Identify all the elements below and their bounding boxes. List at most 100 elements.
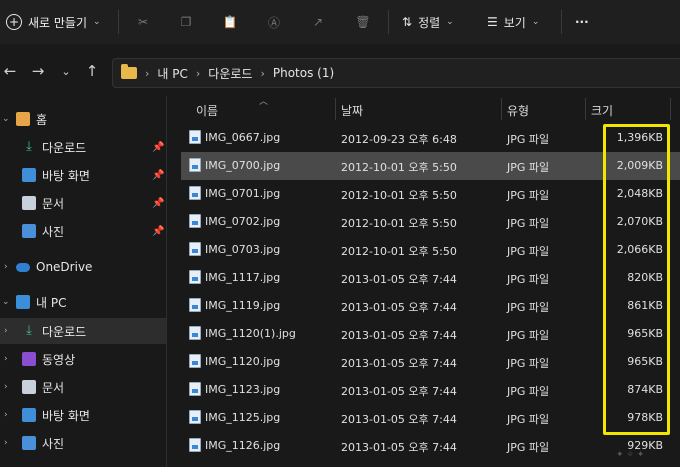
- breadcrumb-item[interactable]: 다운로드: [208, 65, 252, 82]
- size-column-highlight: [603, 124, 670, 435]
- column-header-date[interactable]: 날짜: [341, 102, 363, 119]
- column-divider[interactable]: [335, 98, 336, 120]
- file-date: 2013-01-05 오후 7:44: [341, 385, 457, 398]
- rename-icon[interactable]: Ⓐ: [264, 12, 284, 32]
- file-date: 2012-10-01 오후 5:50: [341, 217, 457, 230]
- column-divider[interactable]: [670, 98, 671, 120]
- sidebar-item-pc-downloads[interactable]: › ⤓ 다운로드: [0, 318, 166, 344]
- sidebar-item-label: 바탕 화면: [42, 408, 90, 423]
- file-type: JPG 파일: [507, 301, 550, 314]
- toolbar-divider: [388, 10, 389, 34]
- sidebar-item-pc-documents[interactable]: › 문서: [0, 374, 166, 400]
- file-name: IMG_1126.jpg: [205, 439, 281, 452]
- pin-icon[interactable]: 📌: [152, 170, 164, 181]
- expand-chevron-icon[interactable]: ›: [4, 438, 8, 448]
- expand-chevron-icon[interactable]: ⌄: [2, 114, 10, 124]
- file-type: JPG 파일: [507, 161, 550, 174]
- column-header-name[interactable]: 이름: [196, 102, 218, 119]
- pin-icon[interactable]: 📌: [152, 142, 164, 153]
- expand-chevron-icon[interactable]: ›: [4, 354, 8, 364]
- pin-icon[interactable]: 📌: [152, 226, 164, 237]
- image-file-icon: [189, 298, 201, 312]
- file-type: JPG 파일: [507, 245, 550, 258]
- sort-button-label: 정렬: [418, 15, 441, 30]
- file-type: JPG 파일: [507, 441, 550, 454]
- watermark: ✦ ✧ ✦: [616, 450, 645, 460]
- document-icon: [22, 196, 36, 210]
- file-name: IMG_1125.jpg: [205, 411, 281, 424]
- file-type: JPG 파일: [507, 189, 550, 202]
- image-file-icon: [189, 270, 201, 284]
- file-date: 2012-10-01 오후 5:50: [341, 189, 457, 202]
- download-icon: ⤓: [26, 139, 32, 154]
- sidebar-item-label: 바탕 화면: [42, 168, 90, 183]
- file-name: IMG_0702.jpg: [205, 215, 281, 228]
- sidebar-item-label: 문서: [42, 380, 65, 395]
- sidebar-item-pictures[interactable]: 사진 📌: [0, 218, 166, 244]
- back-icon[interactable]: ←: [0, 62, 20, 80]
- expand-chevron-icon[interactable]: ›: [4, 410, 8, 420]
- file-date: 2012-10-01 오후 5:50: [341, 161, 457, 174]
- expand-chevron-icon[interactable]: ›: [4, 262, 8, 272]
- image-file-icon: [189, 410, 201, 424]
- file-type: JPG 파일: [507, 133, 550, 146]
- sidebar-item-label: 다운로드: [42, 140, 87, 155]
- document-icon: [22, 380, 36, 394]
- sidebar-item-documents[interactable]: 문서 📌: [0, 190, 166, 216]
- sidebar-item-desktop[interactable]: 바탕 화면 📌: [0, 162, 166, 188]
- file-date: 2012-09-23 오후 6:48: [341, 133, 457, 146]
- new-button[interactable]: + 새로 만들기 ⌄: [6, 10, 101, 34]
- view-icon: ☰: [487, 15, 498, 29]
- delete-icon[interactable]: 🗑: [353, 12, 373, 32]
- sort-ascending-icon: ︿: [259, 97, 269, 107]
- new-button-label: 새로 만들기: [28, 15, 88, 30]
- sidebar-item-pc-pictures[interactable]: › 사진: [0, 430, 166, 456]
- column-header-size[interactable]: 크기: [591, 102, 613, 119]
- sidebar-item-home[interactable]: ⌄ 홈: [0, 106, 166, 132]
- recent-chevron-icon[interactable]: ⌄: [56, 65, 76, 78]
- sidebar-item-onedrive[interactable]: › OneDrive: [0, 254, 166, 280]
- desktop-icon: [22, 168, 36, 182]
- file-name: IMG_1123.jpg: [205, 383, 281, 396]
- sidebar-item-pc-desktop[interactable]: › 바탕 화면: [0, 402, 166, 428]
- sort-icon: ⇅: [402, 15, 413, 29]
- view-button[interactable]: ☰ 보기 ⌄: [487, 12, 539, 32]
- image-file-icon: [189, 186, 201, 200]
- sidebar-item-label: 홈: [36, 112, 48, 127]
- column-divider[interactable]: [585, 98, 586, 120]
- address-bar[interactable]: › 내 PC › 다운로드 › Photos (1): [112, 58, 680, 88]
- share-icon[interactable]: ↗: [308, 12, 328, 32]
- column-header-type[interactable]: 유형: [507, 102, 529, 119]
- image-file-icon: [189, 438, 201, 452]
- image-file-icon: [189, 214, 201, 228]
- sidebar-item-label: OneDrive: [36, 260, 93, 274]
- sort-button[interactable]: ⇅ 정렬 ⌄: [402, 12, 454, 32]
- desktop-icon: [22, 408, 36, 422]
- paste-icon[interactable]: 📋: [220, 12, 240, 32]
- file-date: 2013-01-05 오후 7:44: [341, 357, 457, 370]
- sidebar-item-videos[interactable]: › 동영상: [0, 346, 166, 372]
- chevron-right-icon: ›: [145, 66, 150, 80]
- pin-icon[interactable]: 📌: [152, 198, 164, 209]
- more-button[interactable]: ···: [575, 12, 589, 32]
- file-type: JPG 파일: [507, 385, 550, 398]
- sidebar-item-label: 내 PC: [36, 295, 67, 310]
- picture-icon: [22, 436, 36, 450]
- breadcrumb-item[interactable]: Photos (1): [273, 66, 334, 80]
- cut-icon[interactable]: ✂: [133, 12, 153, 32]
- copy-icon[interactable]: ❐: [176, 12, 196, 32]
- breadcrumb-item[interactable]: 내 PC: [157, 65, 187, 82]
- expand-chevron-icon[interactable]: ›: [4, 382, 8, 392]
- image-file-icon: [189, 326, 201, 340]
- expand-chevron-icon[interactable]: ›: [4, 326, 8, 336]
- expand-chevron-icon[interactable]: ⌄: [2, 297, 10, 307]
- up-icon[interactable]: ↑: [82, 62, 102, 80]
- sidebar-item-downloads[interactable]: ⤓ 다운로드 📌: [0, 134, 166, 160]
- column-divider[interactable]: [501, 98, 502, 120]
- forward-icon[interactable]: →: [28, 62, 48, 80]
- chevron-right-icon: ›: [260, 66, 265, 80]
- table-row[interactable]: IMG_1126.jpg 2013-01-05 오후 7:44 JPG 파일 929K…: [181, 432, 680, 460]
- file-name: IMG_1120.jpg: [205, 355, 281, 368]
- file-type: JPG 파일: [507, 357, 550, 370]
- sidebar-item-this-pc[interactable]: ⌄ 내 PC: [0, 289, 166, 315]
